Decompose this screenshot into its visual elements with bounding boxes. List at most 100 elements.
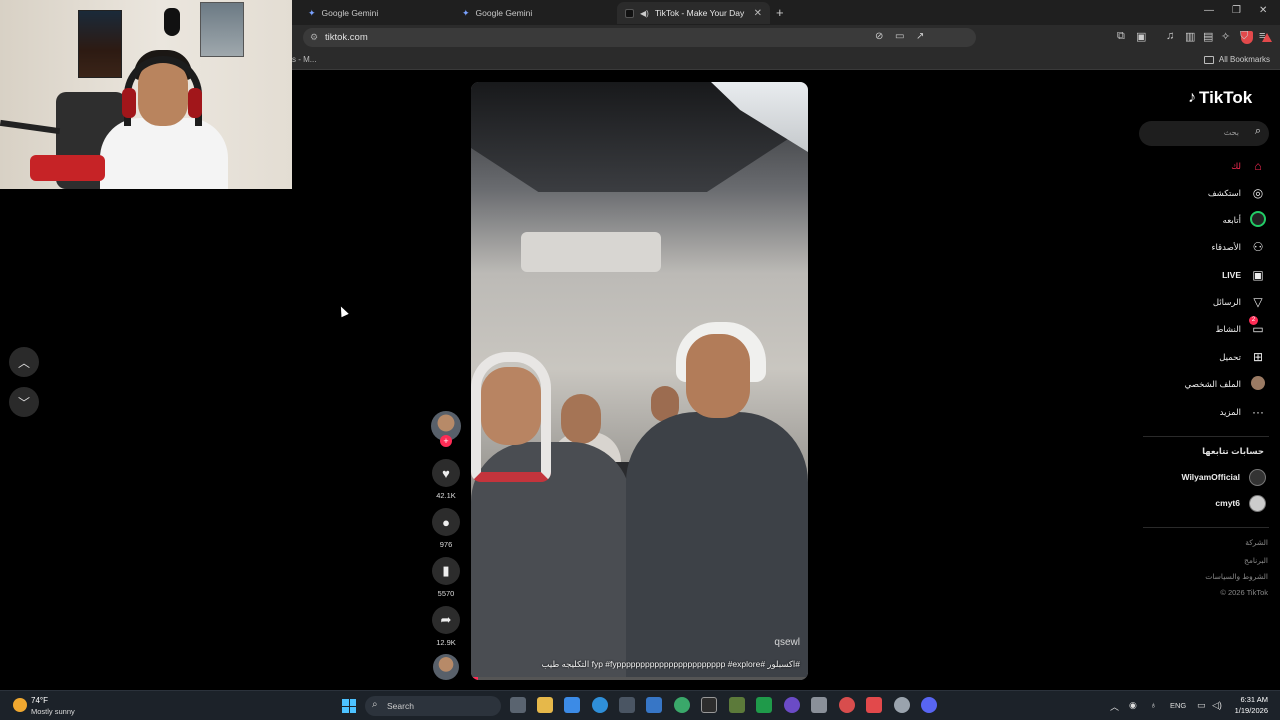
gemini-icon: ✦ [462,7,470,18]
taskbar-search-label: Search [387,701,414,711]
settings-gear-icon[interactable] [894,697,910,713]
task-view-icon[interactable] [510,697,526,713]
tab-gemini-2[interactable]: ✦ Google Gemini [454,3,614,23]
minimize-button[interactable]: — [1204,5,1214,16]
comment-button[interactable]: ● 976 [430,508,462,549]
video-player[interactable]: qsewl #اكسبلور #fyp #fyppppppppppppppppp… [471,82,808,680]
sidebar-item-label: استكشف [1207,187,1241,198]
share-icon[interactable]: ↗ [916,31,924,42]
chevron-down-icon: ﹀ [17,395,30,410]
sidebar-item-following[interactable]: أتابعه [1223,210,1266,229]
wallet-icon[interactable]: ▤ [1203,30,1213,43]
sidebar-item-profile[interactable]: الملف الشخصي [1185,375,1266,393]
account-name: WilyamOfficial [1181,472,1241,482]
vpn-icon[interactable]: ⛉ [1240,30,1248,43]
screen: ✦ Google Gemini ✦ Google Gemini ◀) TikTo… [0,0,1280,720]
leo-icon[interactable]: ✧ [1221,30,1230,43]
display-icon[interactable]: ▭ [1197,700,1206,711]
address-bar[interactable]: ⚙ tiktok.com ⊘ ▭ ↗ [303,28,1272,47]
extensions-icon[interactable]: ⧉ [1117,30,1125,43]
sidebar-icon[interactable]: ▥ [1185,30,1195,43]
comment-count: 976 [439,540,453,549]
window-close-button[interactable]: ✕ [1259,5,1267,16]
discord-icon[interactable] [921,697,937,713]
cast-icon[interactable]: ▭ [895,31,904,42]
app-icon[interactable] [811,697,827,713]
site-info-icon[interactable]: ⚙ [310,32,318,43]
tab-label: TikTok - Make Your Day [654,8,745,18]
show-hidden-icons[interactable]: ︿ [1110,700,1119,713]
following-account[interactable]: WilyamOfficial [1181,468,1266,486]
like-button[interactable]: ♥ 42.1K [430,459,462,500]
following-avatar-icon [1250,210,1266,227]
video-watermark: qsewl [774,637,800,648]
webcam-overlay [0,0,292,189]
sidebar-item-explore[interactable]: استكشف ◎ [1208,184,1266,202]
share-button[interactable]: ➦ 12.9K [430,606,462,647]
edge-icon[interactable] [592,697,608,713]
app-icon[interactable] [674,697,690,713]
following-account[interactable]: cmyt6 [1215,494,1266,512]
tab-gemini-1[interactable]: ✦ Google Gemini [300,3,450,23]
minecraft-icon[interactable] [729,697,745,713]
follow-plus-icon[interactable]: + [440,435,452,447]
brave-icon[interactable] [866,697,882,713]
following-accounts-title: حسابات تتابعها [1202,446,1264,456]
audio-icon: ◀) [640,8,649,18]
all-bookmarks-button[interactable]: All Bookmarks [1203,55,1270,64]
store-icon[interactable] [619,697,635,713]
file-explorer-icon[interactable] [537,697,553,713]
windows-start-icon[interactable] [342,699,356,713]
sidebar-item-for-you[interactable]: لك ⌂ [1231,157,1266,175]
mail-icon[interactable] [646,697,662,713]
no-translate-icon[interactable]: ⊘ [875,31,883,42]
chrome-icon[interactable] [839,697,855,713]
media-icon[interactable]: ♫ [1166,30,1174,42]
speaker-icon[interactable]: ◁) [1212,700,1222,711]
previous-video-button[interactable]: ︿ [9,347,39,377]
weather-sun-icon[interactable] [13,698,27,712]
sidebar-item-upload[interactable]: تحميل ⊞ [1219,348,1266,366]
sidebar-item-more[interactable]: المزيد ··· [1220,403,1266,421]
sidebar-item-label: تحميل [1219,351,1241,362]
wall-mask [164,8,180,36]
sidebar-divider [1143,527,1269,528]
footer-link-program[interactable]: البرنامج [1244,556,1268,565]
sidebar-item-activity[interactable]: النشاط ▭ 2 [1215,316,1266,338]
music-disc-button[interactable] [430,654,462,680]
upload-icon: ⊞ [1252,350,1264,364]
copilot-icon[interactable] [564,697,580,713]
taskbar-search[interactable]: ⌕ Search [365,696,501,716]
video-progress-bar[interactable] [471,677,808,680]
mic-icon[interactable]: ♁ [1150,700,1157,710]
sidebar-item-friends[interactable]: الأصدقاء ⚇ [1211,238,1266,256]
sidebar-item-live[interactable]: LIVE ▣ [1222,266,1266,284]
close-tab-icon[interactable]: ✕ [754,8,762,19]
live-icon: ▣ [1252,268,1264,282]
new-tab-button[interactable]: + [776,5,784,20]
clock-date: 1/19/2026 [1234,706,1268,715]
next-video-button[interactable]: ﹀ [9,387,39,417]
sidebar-item-messages[interactable]: الرسائل ▽ [1213,293,1266,311]
footer-link-terms[interactable]: الشروط والسياسات [1205,572,1268,581]
sidebar-item-label: المزيد [1219,406,1241,417]
search-input[interactable]: بحث ⌕ [1139,121,1269,146]
search-icon[interactable]: ⌕ [1255,125,1261,138]
play-app-icon[interactable] [756,697,772,713]
screenshot-icon[interactable]: ▣ [1136,30,1146,43]
obs-icon[interactable] [784,697,800,713]
terminal-icon[interactable] [701,697,717,713]
chevron-up-icon: ︿ [17,355,30,370]
footer-link-company[interactable]: الشركة [1245,538,1268,547]
menu-icon[interactable]: ≡ [1259,30,1265,42]
bookmark-item[interactable]: s - M... [292,55,316,64]
network-icon[interactable]: ◉ [1129,700,1137,711]
maximize-button[interactable]: ❐ [1232,5,1241,16]
language-indicator[interactable]: ENG [1170,701,1186,710]
logo-text: TikTok [1199,88,1253,107]
tab-tiktok[interactable]: ◀) TikTok - Make Your Day ✕ [617,2,770,24]
system-clock[interactable]: 6:31 AM 1/19/2026 [1235,694,1268,716]
creator-avatar[interactable]: + [430,411,462,447]
save-button[interactable]: ▮ 5570 [430,557,462,598]
tiktok-logo[interactable]: ♪ TikTok [1188,88,1252,108]
